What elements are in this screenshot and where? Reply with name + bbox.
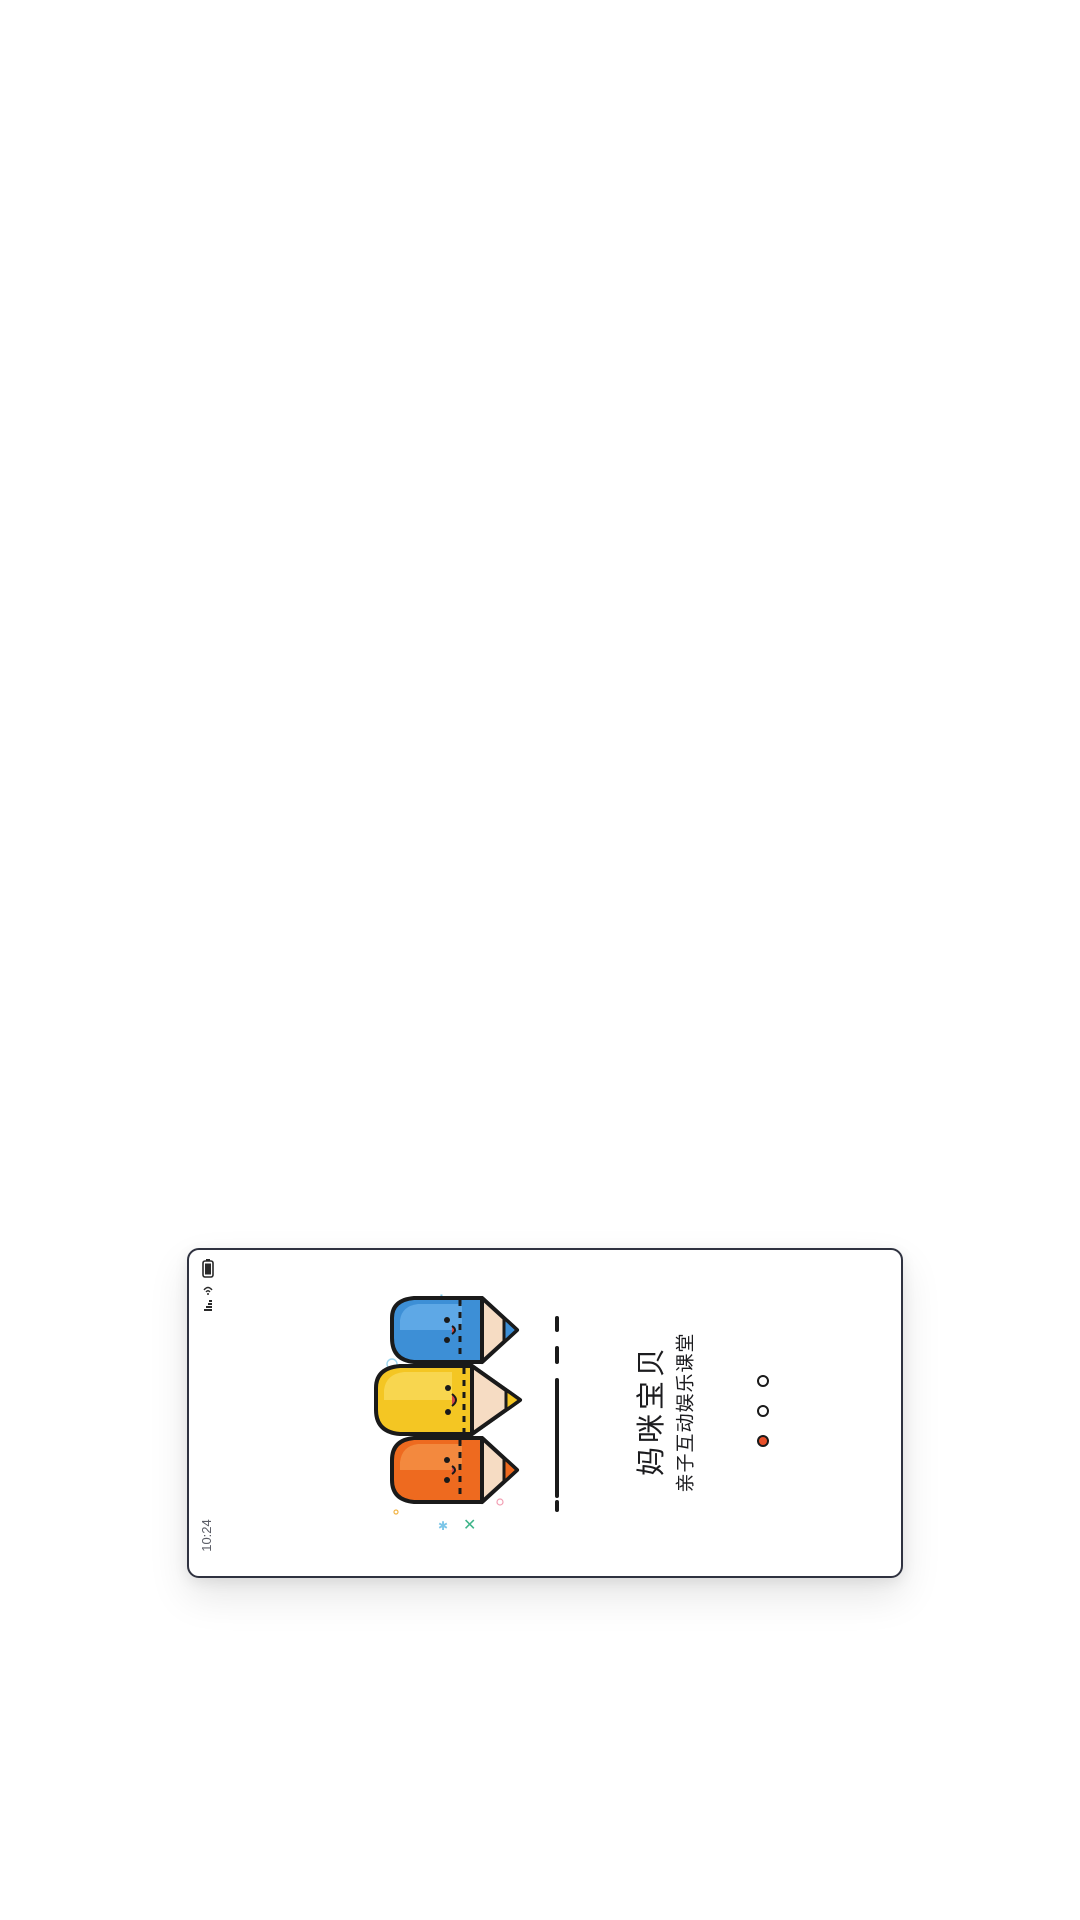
status-time-text: 10:24 (198, 1518, 214, 1552)
page-dot-1[interactable] (757, 1375, 769, 1387)
page-dot-3-active[interactable] (757, 1435, 769, 1447)
signal-icon (204, 1300, 212, 1311)
orange-pencil (390, 1436, 519, 1504)
battery-icon (202, 1259, 214, 1278)
status-time: 10:24 (196, 1513, 216, 1557)
app-title-container: 妈咪宝贝 (632, 1330, 668, 1490)
svg-text:✱: ✱ (438, 1519, 448, 1530)
blue-pencil (390, 1296, 519, 1364)
page-dot-2[interactable] (757, 1405, 769, 1417)
wifi-icon (203, 1286, 213, 1295)
app-subtitle-container: 亲子互动娱乐课堂 (672, 1318, 697, 1506)
status-icons (200, 1258, 216, 1322)
svg-text:✕: ✕ (463, 1515, 476, 1530)
app-title: 妈咪宝贝 (634, 1343, 669, 1477)
page-indicator (755, 1375, 769, 1451)
pencils-illustration: ✕ ✕ + ✕ ✕ ✱ ✱ ✱ ✱ (352, 1290, 562, 1534)
yellow-pencil (374, 1364, 522, 1436)
app-subtitle: 亲子互动娱乐课堂 (674, 1331, 697, 1493)
decorative-divider (553, 1316, 561, 1512)
canvas: 10:24 ✕ ✕ + ✕ ✕ ✱ ✱ ✱ ✱ (0, 0, 1080, 1920)
